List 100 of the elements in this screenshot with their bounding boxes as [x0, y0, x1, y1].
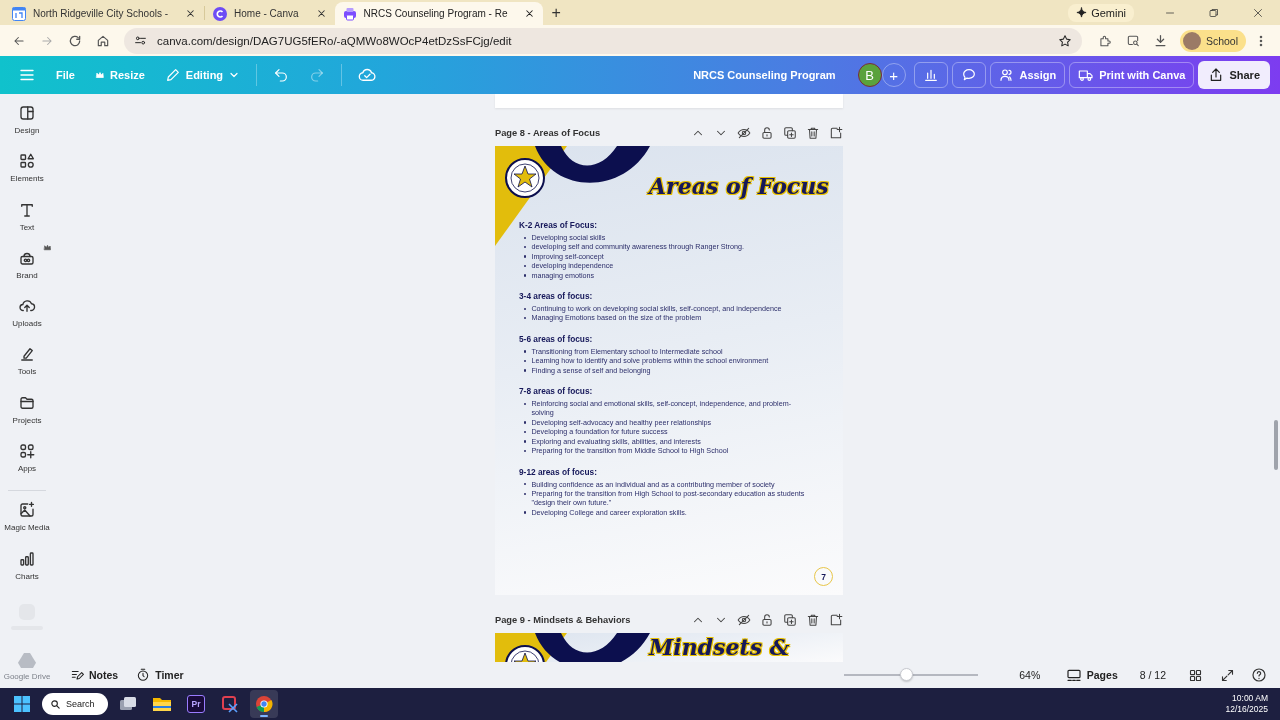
taskbar-app[interactable]: [250, 690, 278, 718]
bullet-icon: [524, 255, 527, 258]
folder-icon: [152, 696, 172, 712]
search-icon: [50, 698, 61, 710]
page-heading: Mindsets &: [647, 633, 791, 661]
site-settings-icon: [134, 34, 147, 47]
pencil-icon: [164, 67, 181, 83]
insights-button[interactable]: [913, 62, 948, 88]
expand-icon: [1219, 667, 1235, 683]
browser-tab[interactable]: NRCS Counseling Program - Re: [334, 2, 544, 25]
sidebar-item[interactable]: Apps: [0, 442, 54, 491]
undo-icon: [273, 67, 290, 83]
trash-icon: [806, 126, 820, 140]
grid-icon: [1187, 667, 1203, 683]
bar-chart-icon: [922, 67, 939, 83]
section-heading: 3-4 areas of focus:: [519, 291, 594, 302]
apps-icon: [18, 442, 36, 461]
comments-button[interactable]: [951, 62, 986, 88]
new-tab-button[interactable]: +: [551, 3, 561, 22]
restore-icon: [1208, 6, 1220, 19]
padlock-icon: [760, 126, 774, 140]
sidebar-item[interactable]: Tools: [0, 345, 54, 394]
cloud-check-icon: [358, 66, 377, 84]
calendar-icon: [12, 6, 26, 21]
bullet-icon: [524, 511, 527, 514]
premiere-icon: Pr: [187, 695, 205, 713]
search-field[interactable]: Search: [42, 693, 108, 715]
design-page[interactable]: [495, 146, 843, 595]
redo-icon: [309, 67, 326, 83]
design-page[interactable]: Mindsets &: [495, 633, 843, 662]
image-sparkle-icon: [18, 501, 36, 520]
pages-icon: [1065, 667, 1082, 683]
people-icon: [998, 67, 1015, 83]
sidebar-item[interactable]: Text: [0, 200, 54, 249]
sidebar-item[interactable]: Elements: [0, 152, 54, 201]
sidebar-item[interactable]: Magic Media: [0, 501, 54, 550]
bullet-icon: [524, 421, 527, 424]
page-counter: 8 / 12: [1139, 669, 1166, 681]
printer-icon: [342, 6, 357, 21]
crown-icon: [43, 242, 52, 252]
design-title[interactable]: NRCS Counseling Program: [693, 69, 836, 81]
stacked-windows-icon: [119, 696, 137, 712]
assign-button[interactable]: Assign: [989, 62, 1066, 88]
sidebar-item[interactable]: Projects: [0, 393, 54, 443]
close-icon: [185, 8, 197, 19]
pages-button[interactable]: Pages: [1059, 664, 1124, 686]
close-icon: [315, 8, 327, 19]
scrollbar-thumb[interactable]: [1274, 420, 1278, 470]
close-icon: [1252, 6, 1264, 19]
section-heading: 7-8 areas of focus:: [519, 386, 594, 397]
browser-tab[interactable]: Home - Canva: [205, 2, 335, 25]
padlock-icon: [760, 613, 774, 627]
print-button[interactable]: Print with Canva: [1069, 62, 1195, 88]
star-icon: [1057, 33, 1072, 48]
bullet-icon: [524, 350, 527, 353]
profile-button[interactable]: School: [1179, 29, 1246, 52]
shapes-icon: [18, 152, 36, 171]
pen-icon: [18, 345, 36, 364]
layout-icon: [18, 104, 36, 122]
page-title: Page 9 - Mindsets & Behaviors: [495, 615, 632, 625]
sidebar-item[interactable]: Charts: [0, 549, 54, 598]
gemini-button[interactable]: Gemini: [1068, 3, 1134, 22]
zoom-slider-thumb[interactable]: [899, 668, 913, 681]
zoom-level[interactable]: 64%: [1005, 669, 1054, 681]
notes-icon: [70, 668, 84, 682]
puzzle-icon: [1097, 33, 1112, 48]
bullet-icon: [524, 369, 527, 372]
sidebar-item[interactable]: Uploads: [0, 297, 54, 346]
bullet-icon: [524, 440, 527, 443]
eye-slash-icon: [737, 126, 751, 140]
sidebar-item[interactable]: Brand: [0, 248, 54, 298]
trash-icon: [806, 613, 820, 627]
duplicate-icon: [783, 126, 797, 140]
add-page-icon: [829, 126, 843, 140]
share-button[interactable]: Share: [1198, 61, 1270, 89]
speech-bubble-icon: [960, 67, 977, 83]
crown-icon: [94, 70, 105, 80]
browser-tab[interactable]: North Ridgeville City Schools -: [4, 2, 205, 25]
window-search-icon: [1125, 33, 1140, 48]
close-icon: [524, 8, 536, 19]
canva-logo-icon: [213, 6, 228, 21]
page-heading: Areas of Focus: [646, 172, 830, 201]
windows-logo-icon: [14, 696, 30, 712]
notes-button[interactable]: Notes: [64, 664, 125, 686]
sparkle-icon: [1076, 7, 1088, 18]
download-icon: [1153, 33, 1169, 48]
avatar-icon: [1182, 31, 1201, 50]
page-title: Page 8 - Areas of Focus: [495, 128, 602, 138]
timer-button[interactable]: Timer: [130, 664, 190, 686]
help-icon: [1251, 667, 1267, 683]
scissors-frame-icon: [221, 695, 239, 713]
system-clock[interactable]: 10:00 AM 12/16/2025: [1225, 693, 1272, 715]
address-bar[interactable]: canva.com/design/DAG7UG5fERo/-aQMWo8WOcP4etDzSsFCjg/edit: [124, 27, 1082, 54]
duplicate-icon: [783, 613, 797, 627]
sidebar-item[interactable]: Design: [0, 104, 54, 153]
stopwatch-icon: [136, 668, 151, 682]
section-heading: 5-6 areas of focus:: [519, 333, 594, 344]
taskbar-app[interactable]: Pr: [182, 690, 210, 718]
section-heading: K-2 Areas of Focus:: [519, 220, 599, 230]
reload-icon: [68, 33, 82, 48]
